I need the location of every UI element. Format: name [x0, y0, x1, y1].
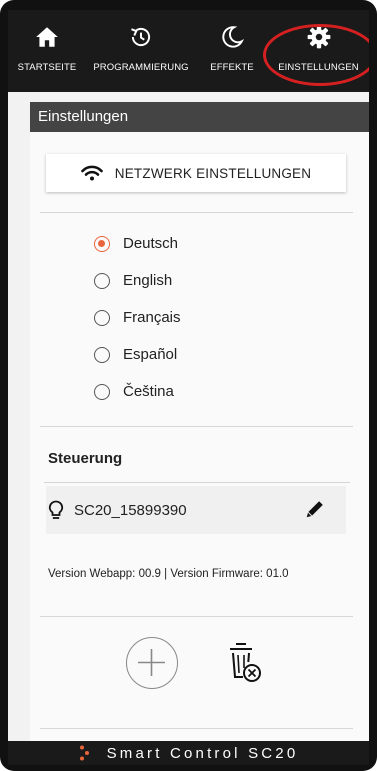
brand-logo-icon	[79, 745, 89, 761]
trash-icon[interactable]	[226, 640, 264, 688]
plus-circle-icon	[138, 649, 165, 676]
language-option-francais[interactable]: Français	[94, 299, 181, 336]
radio-button[interactable]	[94, 309, 110, 326]
bulb-icon	[48, 500, 64, 519]
nav-label: STARTSEITE	[17, 62, 77, 73]
nav-item-startseite[interactable]: STARTSEITE	[8, 10, 86, 92]
page-title: Einstellungen	[30, 102, 369, 132]
wifi-icon	[80, 165, 103, 181]
top-navigation: STARTSEITE PROGRAMMIERUNG EFFEKTE EINSTE…	[8, 10, 369, 92]
language-label: Français	[123, 309, 181, 326]
language-option-cestina[interactable]: Čeština	[94, 373, 181, 410]
network-settings-button[interactable]: NETZWERK EINSTELLUNGEN	[46, 154, 346, 192]
radio-button[interactable]	[94, 235, 110, 252]
radio-button[interactable]	[94, 272, 110, 289]
device-frame: STARTSEITE PROGRAMMIERUNG EFFEKTE EINSTE…	[0, 0, 377, 771]
divider	[40, 728, 353, 729]
app-screen: STARTSEITE PROGRAMMIERUNG EFFEKTE EINSTE…	[8, 10, 369, 765]
add-device-button[interactable]	[126, 637, 178, 689]
pencil-icon[interactable]	[304, 498, 326, 520]
divider	[44, 482, 350, 483]
language-label: Deutsch	[123, 235, 179, 252]
language-label: English	[123, 272, 173, 289]
nav-item-programmierung[interactable]: PROGRAMMIERUNG	[86, 10, 196, 92]
language-label: Čeština	[123, 383, 174, 400]
brand-name: Smart Control SC20	[106, 744, 299, 762]
settings-panel: NETZWERK EINSTELLUNGEN Deutsch English F…	[30, 132, 369, 752]
version-info: Version Webapp: 00.9 | Version Firmware:…	[48, 568, 289, 580]
radio-button[interactable]	[94, 346, 110, 363]
language-options: Deutsch English Français Español Čeština	[94, 225, 181, 410]
home-icon	[36, 27, 58, 47]
footer-bar: Smart Control SC20	[8, 741, 369, 765]
nav-label: EFFEKTE	[210, 62, 254, 73]
language-label: Español	[123, 346, 178, 363]
language-option-english[interactable]: English	[94, 262, 181, 299]
radio-button[interactable]	[94, 383, 110, 400]
device-name: SC20_15899390	[74, 501, 187, 519]
nav-item-effekte[interactable]: EFFEKTE	[196, 10, 268, 92]
moon-icon	[222, 26, 245, 48]
nav-label: EINSTELLUNGEN	[278, 62, 359, 73]
network-settings-label: NETZWERK EINSTELLUNGEN	[114, 165, 312, 181]
gear-icon	[307, 25, 330, 49]
divider	[40, 212, 353, 213]
nav-label: PROGRAMMIERUNG	[93, 62, 189, 73]
nav-item-einstellungen[interactable]: EINSTELLUNGEN	[268, 10, 369, 92]
history-icon	[131, 27, 151, 47]
language-option-deutsch[interactable]: Deutsch	[94, 225, 181, 262]
language-option-espanol[interactable]: Español	[94, 336, 181, 373]
control-section-title: Steuerung	[48, 450, 123, 467]
divider	[40, 616, 353, 617]
divider	[40, 426, 353, 427]
device-row[interactable]: SC20_15899390	[46, 486, 346, 534]
